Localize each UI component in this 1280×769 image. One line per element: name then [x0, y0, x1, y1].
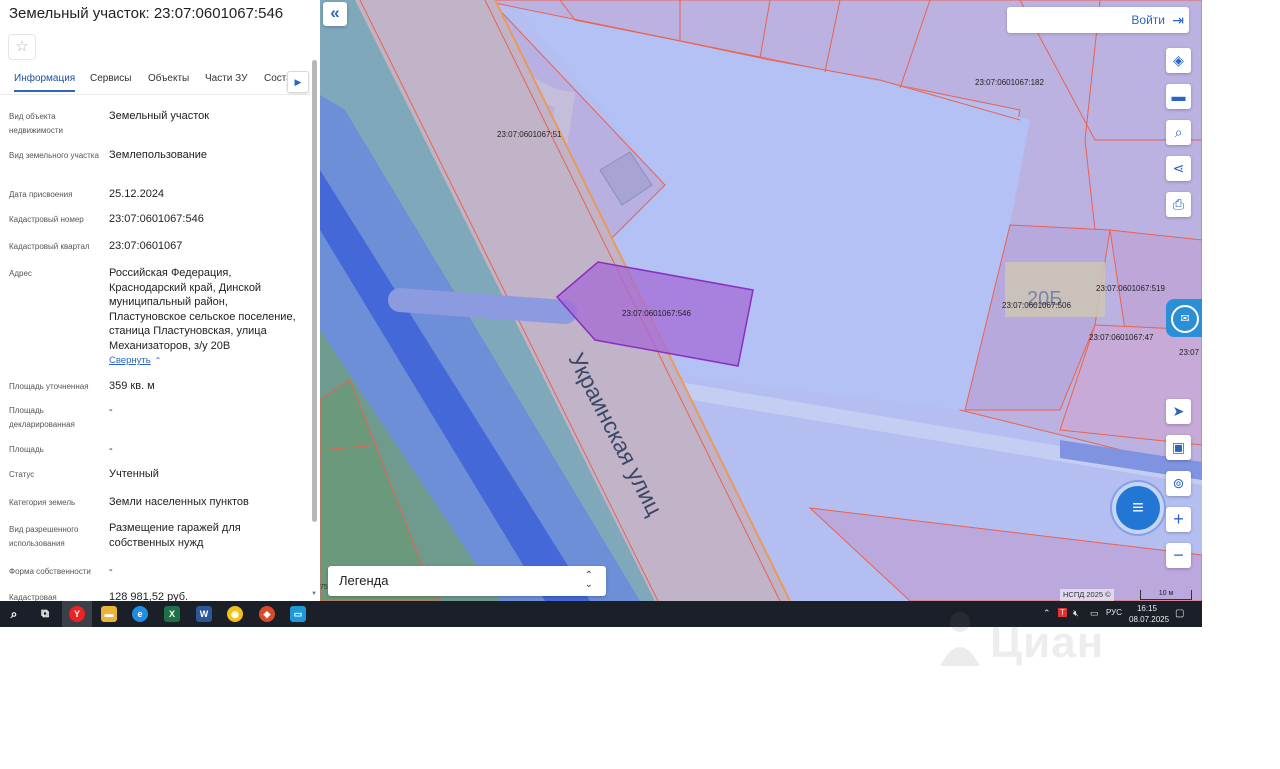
watermark-text: Циан: [990, 618, 1105, 667]
tab-objects[interactable]: Объекты: [148, 73, 189, 84]
field-value-area-declared: -: [109, 404, 113, 416]
panel-scrollbar[interactable]: [312, 60, 317, 522]
parcel-label-51: 23:07:0601067:51: [497, 130, 562, 139]
legend-dropdown[interactable]: Легенда ⌃ ⌄: [328, 566, 606, 596]
chevron-up-icon: ⌃: [154, 356, 162, 365]
field-label-permitted-use: Вид разрешенного использования: [9, 525, 79, 548]
watermark-logo-icon: [940, 612, 980, 666]
collapse-panel-button[interactable]: «: [323, 2, 347, 26]
anydesk-icon[interactable]: ◆: [259, 606, 275, 622]
info-panel: Земельный участок: 23:07:0601067:546 ☆ И…: [0, 0, 320, 601]
field-value-parcel-type: Землепользование: [109, 149, 208, 161]
pin-icon[interactable]: ⊚: [1166, 471, 1191, 496]
area-search-icon[interactable]: ⌕: [1166, 120, 1191, 145]
field-value-cadastral-value: 128 981,52 руб.: [109, 591, 189, 601]
chrome-icon[interactable]: ◉: [227, 606, 243, 622]
field-label-area-refined: Площадь уточненная: [9, 382, 89, 391]
parcel-label-519: 23:07:0601067:519: [1096, 284, 1166, 293]
chevron-right-icon[interactable]: ▶: [287, 71, 309, 93]
login-label: Войти: [1131, 13, 1165, 27]
tab-parcel-parts[interactable]: Части ЗУ: [205, 73, 247, 84]
login-icon: ⇥: [1172, 12, 1184, 28]
share-icon[interactable]: ⋖: [1166, 156, 1191, 181]
field-label-object-type: Вид объекта недвижимости: [9, 112, 63, 135]
app-window: Земельный участок: 23:07:0601067:546 ☆ И…: [0, 0, 1202, 627]
field-value-object-type: Земельный участок: [109, 110, 210, 122]
map-canvas[interactable]: 20Б 23:07:0601067:182 23:07:0601067:51 2…: [320, 0, 1202, 601]
notifications-icon[interactable]: ▢: [1175, 608, 1184, 619]
map-edge-coordinate: 75: [320, 584, 328, 591]
minimap-icon[interactable]: ▣: [1166, 435, 1191, 460]
field-label-area-declared: Площадь декларированная: [9, 406, 75, 429]
yandex-browser-icon[interactable]: Y: [69, 606, 85, 622]
expand-arrows-icon: ⌃ ⌄: [584, 570, 593, 590]
field-value-ownership: -: [109, 564, 113, 576]
file-explorer-icon[interactable]: ▬: [101, 606, 117, 622]
field-label-address: Адрес: [9, 269, 32, 278]
parcel-label-506: 23:07:0601067:506: [1002, 301, 1072, 310]
parcel-label-edge: 23:07: [1179, 348, 1200, 357]
field-label-cadastral-value: Кадастровая: [9, 593, 57, 601]
login-button[interactable]: Войти ⇥: [1007, 7, 1189, 33]
field-value-area-refined: 359 кв. м: [109, 380, 155, 392]
tab-information[interactable]: Информация: [14, 73, 76, 92]
layers-icon[interactable]: ◈: [1166, 48, 1191, 73]
edge-browser-icon[interactable]: e: [132, 606, 148, 622]
watermark: Циан: [935, 603, 1145, 673]
access-strip: [388, 288, 577, 324]
support-icon: ✉: [1171, 305, 1199, 333]
map-drawing: 20Б 23:07:0601067:182 23:07:0601067:51 2…: [320, 0, 1202, 601]
field-value-status: Учтенный: [109, 468, 159, 480]
parcel-label-546: 23:07:0601067:546: [622, 309, 692, 318]
print-icon[interactable]: ⎙: [1166, 192, 1191, 217]
collapse-label: Свернуть: [109, 355, 151, 366]
ruler-icon[interactable]: ▬: [1166, 84, 1191, 109]
locate-icon[interactable]: ➤: [1166, 399, 1191, 424]
support-widget-button[interactable]: ✉: [1166, 299, 1202, 337]
chat-icon[interactable]: ≡: [1116, 486, 1160, 530]
tab-services[interactable]: Сервисы: [90, 73, 131, 84]
legend-label: Легенда: [339, 573, 389, 588]
remote-desktop-icon[interactable]: ▭: [290, 606, 306, 622]
zoom-out-icon[interactable]: −: [1166, 543, 1191, 568]
field-label-parcel-type: Вид земельного участка: [9, 151, 99, 160]
field-label-cadastral-quarter: Кадастровый квартал: [9, 242, 90, 251]
parcel-label-182: 23:07:0601067:182: [975, 78, 1045, 87]
word-icon[interactable]: W: [196, 606, 212, 622]
zoom-in-icon[interactable]: +: [1166, 507, 1191, 532]
field-value-address: Российская Федерация, Краснодарский край…: [109, 267, 296, 352]
scroll-down-arrow-icon[interactable]: ▼: [311, 591, 317, 597]
favorite-star-icon[interactable]: ☆: [8, 34, 36, 60]
map-attribution: НСПД 2025 ©: [1060, 589, 1114, 601]
field-value-cadastral-number[interactable]: 23:07:0601067:546: [109, 212, 304, 227]
field-value-land-category: Земли населенных пунктов: [109, 496, 249, 508]
map-scale-bar: 10 м: [1140, 590, 1192, 600]
field-label-area: Площадь: [9, 445, 44, 454]
field-label-assign-date: Дата присвоения: [9, 190, 73, 199]
field-label-land-category: Категория земель: [9, 498, 76, 507]
field-value-assign-date: 25.12.2024: [109, 188, 165, 200]
collapse-link[interactable]: Свернуть ⌃: [109, 355, 161, 366]
field-value-area: -: [109, 443, 113, 455]
field-value-permitted-use: Размещение гаражей для собственных нужд: [109, 522, 241, 549]
field-value-cadastral-quarter[interactable]: 23:07:0601067: [109, 239, 304, 254]
field-label-ownership: Форма собственности: [9, 567, 91, 576]
tab-bar: Информация Сервисы Объекты Части ЗУ Сост…: [0, 70, 310, 95]
field-label-status: Статус: [9, 470, 35, 479]
field-label-cadastral-number: Кадастровый номер: [9, 215, 84, 224]
page-title: Земельный участок: 23:07:0601067:546: [9, 5, 284, 22]
excel-icon[interactable]: X: [164, 606, 180, 622]
search-icon[interactable]: ⌕: [6, 606, 22, 622]
parcel-label-47: 23:07:0601067:47: [1089, 333, 1154, 342]
task-view-icon[interactable]: ⧉: [37, 606, 53, 622]
